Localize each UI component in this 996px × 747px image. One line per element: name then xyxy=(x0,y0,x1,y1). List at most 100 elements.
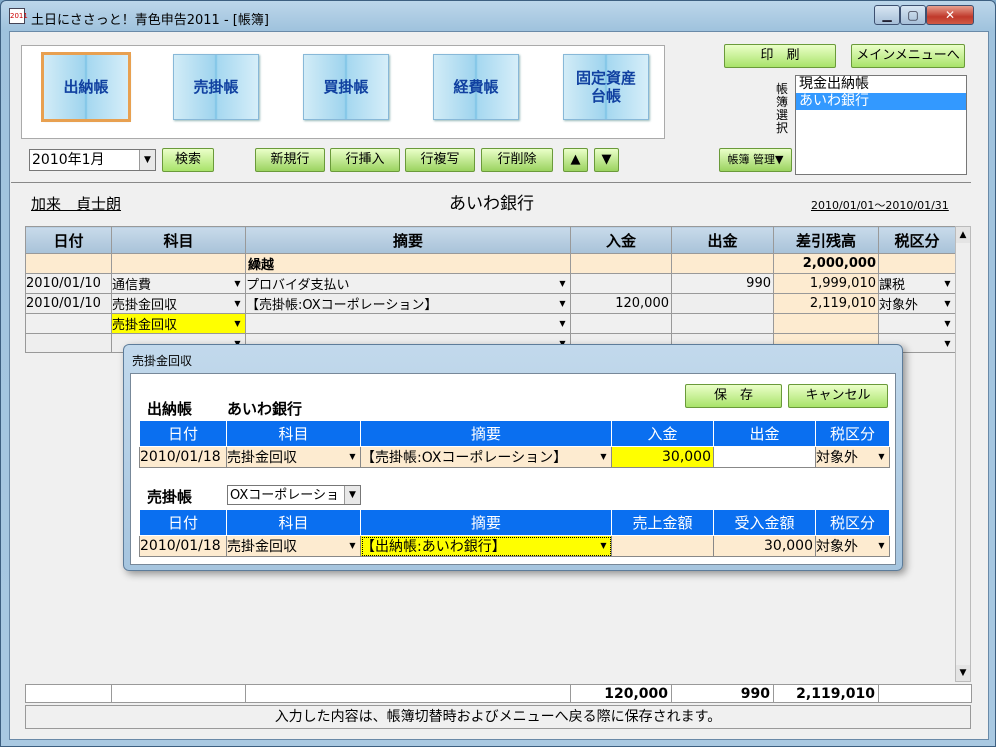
window-title: 土日にささっと！青色申告2011 - [帳簿] xyxy=(31,13,269,28)
col-header-out: 出金 xyxy=(713,420,816,447)
carry-balance: 2,000,000 xyxy=(773,253,879,274)
table-row[interactable]: 2010/01/10 売掛金回収 ▼ 【売掛帳:OXコーポレーション】 ▼ 120,… xyxy=(25,293,956,314)
table-row[interactable]: 売掛金回収 ▼ ▼ ▼ xyxy=(25,313,956,334)
row-tax-cell[interactable]: 課税 ▼ xyxy=(878,273,956,294)
maximize-button[interactable]: ▢ xyxy=(900,5,926,25)
col-header-in: 入金 xyxy=(611,420,714,447)
dialog-receivables-table: 日付 科目 摘要 売上金額 受入金額 税区分 2010/01/18 売掛金回収 ▼… xyxy=(139,509,890,557)
chevron-down-icon[interactable]: ▼ xyxy=(941,277,954,290)
total-in: 120,000 xyxy=(570,684,672,703)
book-button-expenses[interactable]: 経費帳 xyxy=(433,54,519,120)
row-date[interactable] xyxy=(25,313,112,334)
row-memo-cell[interactable]: ▼ xyxy=(245,313,571,334)
chevron-down-icon[interactable]: ▼ xyxy=(597,450,610,463)
total-balance: 2,119,010 xyxy=(773,684,879,703)
row-memo: 【売掛帳:OXコーポレーション】 xyxy=(246,298,438,313)
row-tax-cell[interactable]: ▼ xyxy=(878,313,956,334)
d1-tax: 対象外 xyxy=(816,450,859,466)
new-row-button[interactable]: 新規行 xyxy=(255,148,325,172)
search-button[interactable]: 検索 xyxy=(162,148,214,172)
book-select-list[interactable]: 現金出納帳 あいわ銀行 xyxy=(795,75,967,175)
dialog-section1-label: 出納帳 xyxy=(147,400,193,418)
row-in[interactable] xyxy=(570,273,672,294)
row-memo-cell[interactable]: プロバイダ支払い ▼ xyxy=(245,273,571,294)
minimize-button[interactable]: ▁ xyxy=(874,5,900,25)
row-in[interactable]: 120,000 xyxy=(570,293,672,314)
chevron-down-icon[interactable]: ▼ xyxy=(875,450,888,463)
chevron-down-icon[interactable]: ▼ xyxy=(556,277,569,290)
row-tax-cell[interactable]: 対象外 ▼ xyxy=(878,293,956,314)
row-memo-cell[interactable]: 【売掛帳:OXコーポレーション】 ▼ xyxy=(245,293,571,314)
row-account-cell[interactable]: 通信費 ▼ xyxy=(111,273,246,294)
row-date[interactable]: 2010/01/10 xyxy=(25,293,112,314)
scroll-up-icon[interactable]: ▲ xyxy=(956,227,970,243)
customer-value: OXコーポレーショ xyxy=(230,488,340,503)
book-button-receivables[interactable]: 売掛帳 xyxy=(173,54,259,120)
book-button-payables[interactable]: 買掛帳 xyxy=(303,54,389,120)
book-manage-button[interactable]: 帳簿 管理▼ xyxy=(719,148,792,172)
chevron-down-icon[interactable]: ▼ xyxy=(344,486,360,504)
row-balance: 1,999,010 xyxy=(773,273,879,294)
chevron-down-icon[interactable]: ▼ xyxy=(231,277,244,290)
row-out[interactable]: 990 xyxy=(671,273,774,294)
chevron-down-icon[interactable]: ▼ xyxy=(875,539,888,552)
row-date[interactable]: 2010/01/10 xyxy=(25,273,112,294)
row-memo: プロバイダ支払い xyxy=(246,278,350,293)
delete-row-button[interactable]: 行削除 xyxy=(481,148,553,172)
d2-received[interactable]: 30,000 xyxy=(713,535,816,557)
chevron-down-icon[interactable]: ▼ xyxy=(941,317,954,330)
row-account-cell[interactable]: 売掛金回収 ▼ xyxy=(111,293,246,314)
book-list-item[interactable]: 現金出納帳 xyxy=(796,76,966,93)
col-header-sales: 売上金額 xyxy=(611,509,714,536)
table-row[interactable]: 2010/01/18 売掛金回収 ▼ 【売掛帳:OXコーポレーション】 ▼ 30,0… xyxy=(139,446,890,468)
table-row[interactable]: 2010/01/10 通信費 ▼ プロバイダ支払い ▼ 990 1,999,010 … xyxy=(25,273,956,294)
d2-sales[interactable] xyxy=(611,535,714,557)
ledger-period: 2010/01/01～2010/01/31 xyxy=(811,199,949,212)
chevron-down-icon[interactable]: ▼ xyxy=(139,150,155,170)
row-out[interactable] xyxy=(671,293,774,314)
d1-out[interactable] xyxy=(713,446,816,468)
main-menu-button[interactable]: メインメニューへ xyxy=(851,44,965,68)
dialog-cancel-button[interactable]: キャンセル xyxy=(788,384,888,408)
col-header-received: 受入金額 xyxy=(713,509,816,536)
chevron-down-icon[interactable]: ▼ xyxy=(231,317,244,330)
dialog-save-button[interactable]: 保 存 xyxy=(685,384,782,408)
chevron-down-icon[interactable]: ▼ xyxy=(556,317,569,330)
app-icon: 2011 xyxy=(9,8,28,24)
d1-date[interactable]: 2010/01/18 xyxy=(139,446,227,468)
d2-account: 売掛金回収 xyxy=(227,539,298,555)
dialog-title: 売掛金回収 xyxy=(132,354,193,368)
chevron-down-icon[interactable]: ▼ xyxy=(231,297,244,310)
chevron-down-icon[interactable]: ▼ xyxy=(597,539,610,552)
book-list-item-selected[interactable]: あいわ銀行 xyxy=(796,93,966,110)
d1-in[interactable]: 30,000 xyxy=(611,446,714,468)
move-up-button[interactable]: ▲ xyxy=(563,148,588,172)
col-header-out: 出金 xyxy=(671,226,774,254)
insert-row-button[interactable]: 行挿入 xyxy=(330,148,400,172)
row-account-cell[interactable]: 売掛金回収 ▼ xyxy=(111,313,246,334)
copy-row-button[interactable]: 行複写 xyxy=(405,148,475,172)
row-account: 売掛金回収 xyxy=(112,298,178,313)
close-button[interactable]: ✕ xyxy=(926,5,974,25)
scroll-down-icon[interactable]: ▼ xyxy=(956,665,970,681)
month-select[interactable]: 2010年1月 ▼ xyxy=(29,149,156,171)
col-header-in: 入金 xyxy=(570,226,672,254)
total-out: 990 xyxy=(671,684,774,703)
book-button-fixed-assets[interactable]: 固定資産台帳 xyxy=(563,54,649,120)
app-window: 2011 土日にささっと！青色申告2011 - [帳簿] ▁ ▢ ✕ 出納帳 売… xyxy=(0,0,996,747)
vertical-scrollbar[interactable]: ▲ ▼ xyxy=(955,226,971,682)
chevron-down-icon[interactable]: ▼ xyxy=(346,450,359,463)
chevron-down-icon[interactable]: ▼ xyxy=(941,297,954,310)
move-down-button[interactable]: ▼ xyxy=(594,148,619,172)
row-tax: 課税 xyxy=(879,278,906,293)
chevron-down-icon[interactable]: ▼ xyxy=(941,337,954,350)
customer-select[interactable]: OXコーポレーショ ▼ xyxy=(227,485,361,505)
col-header-memo: 摘要 xyxy=(360,420,612,447)
table-row[interactable]: 2010/01/18 売掛金回収 ▼ 【出納帳:あいわ銀行】 ▼ 30,000 対象… xyxy=(139,535,890,557)
totals-row: 120,000 990 2,119,010 xyxy=(25,684,972,703)
chevron-down-icon[interactable]: ▼ xyxy=(346,539,359,552)
d2-date[interactable]: 2010/01/18 xyxy=(139,535,227,557)
chevron-down-icon[interactable]: ▼ xyxy=(556,297,569,310)
book-button-cashbook[interactable]: 出納帳 xyxy=(41,52,131,122)
print-button[interactable]: 印 刷 xyxy=(724,44,836,68)
